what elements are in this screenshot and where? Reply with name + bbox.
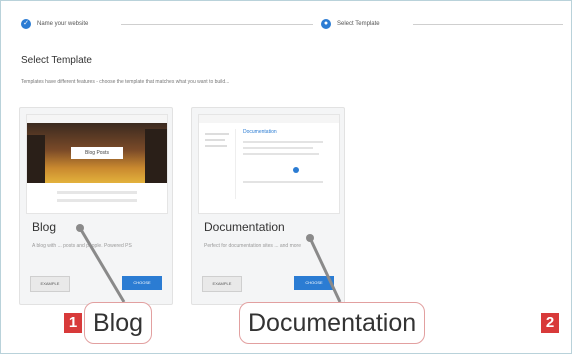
callout-number-badge: 1 bbox=[64, 313, 82, 333]
callout-number-badge: 2 bbox=[541, 313, 559, 333]
callout-pointer-line bbox=[308, 237, 342, 303]
callout-pointers bbox=[76, 224, 342, 303]
callout-pointer-dot bbox=[306, 234, 314, 242]
callout-pointer-dot bbox=[76, 224, 84, 232]
callout-label-blog: Blog bbox=[84, 302, 153, 344]
callout-label-documentation: Documentation bbox=[239, 302, 426, 344]
callout-pointer-line bbox=[78, 227, 126, 303]
